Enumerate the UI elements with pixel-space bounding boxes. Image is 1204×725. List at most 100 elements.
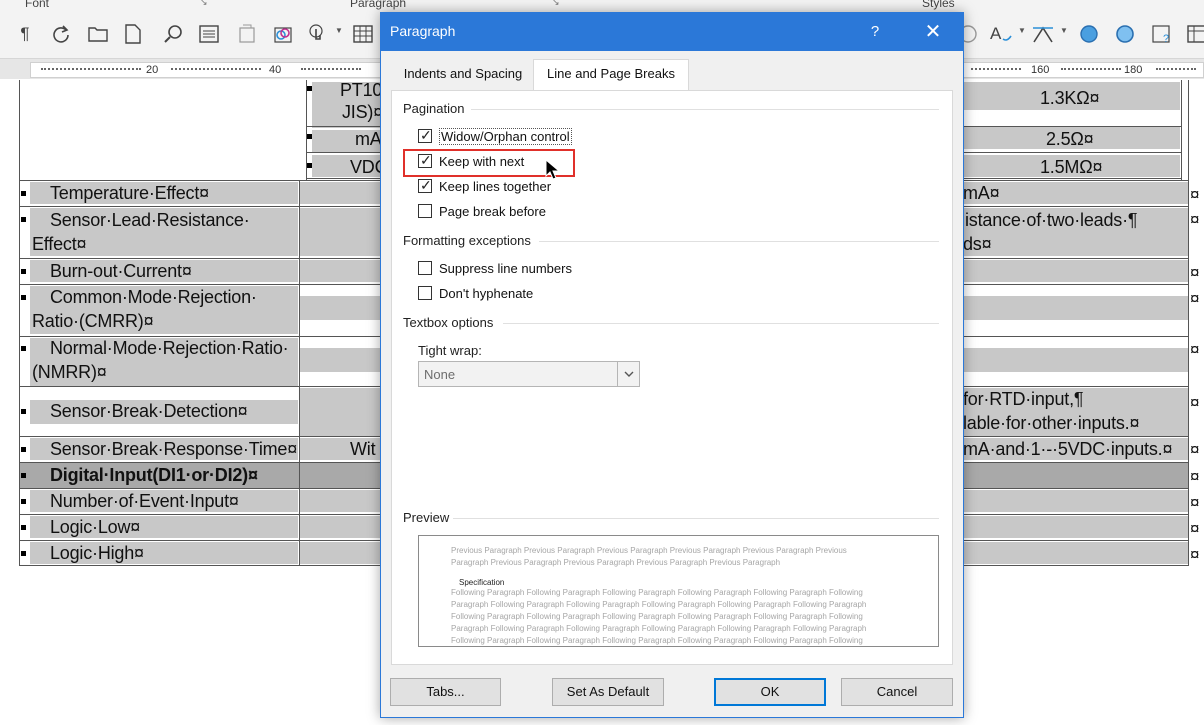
tab-indents-and-spacing[interactable]: Indents and Spacing — [393, 60, 533, 88]
end-of-row-mark: ¤ — [1190, 467, 1200, 486]
chevron-down-icon[interactable]: ▼ — [335, 26, 343, 35]
cell-partial: ds¤ — [963, 234, 992, 254]
preview-following-text: Following Paragraph Following Paragraph … — [451, 612, 863, 621]
text-effects-icon[interactable]: A — [988, 20, 1014, 48]
refresh-icon[interactable] — [48, 20, 74, 48]
calendar-help-icon[interactable]: ? — [1150, 20, 1176, 48]
chevron-down-icon[interactable]: ▼ — [1018, 26, 1026, 35]
row-label: Number·of·Event·Input¤ — [50, 491, 239, 511]
row-label: Sensor·Lead·Resistance· — [50, 210, 250, 230]
tabs-button[interactable]: Tabs... — [390, 678, 501, 706]
preview-previous-text: Previous Paragraph Previous Paragraph Pr… — [451, 546, 847, 555]
cell-value: 2.5Ω¤ — [1046, 129, 1094, 149]
svg-text:?: ? — [1163, 33, 1169, 44]
preview-following-text: Paragraph Following Paragraph Following … — [451, 600, 867, 609]
preview-following-text: Following Paragraph Following Paragraph … — [451, 588, 863, 597]
end-of-row-mark: ¤ — [1190, 519, 1200, 538]
text-direction-icon[interactable] — [1030, 20, 1056, 48]
end-of-row-mark: ¤ — [1190, 545, 1200, 564]
blue-circle-outline-icon[interactable] — [1112, 20, 1138, 48]
checkbox-label: Keep lines together — [439, 179, 552, 194]
checkbox-box[interactable]: ✓ — [418, 177, 432, 193]
set-as-default-button[interactable]: Set As Default — [552, 678, 664, 706]
svg-text:A: A — [990, 24, 1002, 43]
formatting-exceptions-label: Formatting exceptions — [403, 233, 531, 248]
ok-button[interactable]: OK — [714, 678, 826, 706]
cell-value: 1.5MΩ¤ — [1040, 157, 1103, 177]
chevron-down-icon[interactable] — [617, 362, 639, 386]
ruler-tick: 20 — [146, 64, 159, 76]
table-icon[interactable] — [1184, 20, 1204, 48]
end-of-row-mark: ¤ — [1190, 493, 1200, 512]
end-of-row-mark: ¤ — [1190, 340, 1200, 359]
tab-strip: Indents and Spacing Line and Page Breaks — [381, 59, 963, 91]
cancel-button[interactable]: Cancel — [841, 678, 953, 706]
tight-wrap-select[interactable]: None — [418, 361, 640, 387]
cell-partial: for·RTD·input,¶ — [963, 389, 1084, 409]
checkbox-label: Suppress line numbers — [439, 261, 572, 276]
row-label: Sensor·Break·Detection¤ — [50, 401, 248, 421]
checkbox-box[interactable] — [418, 286, 432, 300]
row-label: Effect¤ — [32, 234, 87, 254]
list-box-icon[interactable] — [196, 20, 222, 48]
help-button[interactable]: ? — [855, 19, 895, 45]
row-label: Normal·Mode·Rejection·Ratio· — [50, 338, 289, 358]
font-launcher-icon[interactable]: ↘ — [200, 0, 208, 8]
end-of-row-mark: ¤ — [1190, 393, 1200, 412]
document-icon[interactable] — [120, 20, 146, 48]
paragraph-dialog: Paragraph ? ✕ Indents and Spacing Line a… — [380, 12, 964, 718]
tight-wrap-label: Tight wrap: — [418, 343, 482, 358]
ribbon-group-font-label: Font — [25, 0, 50, 10]
checkbox-box[interactable]: ✓ — [418, 127, 432, 143]
end-of-row-mark: ¤ — [1190, 440, 1200, 459]
checkbox-box[interactable] — [418, 204, 432, 218]
row-label: Common·Mode·Rejection· — [50, 287, 257, 307]
preview-label: Preview — [403, 510, 450, 525]
row-label: (NMRR)¤ — [32, 362, 107, 382]
row-label: Burn-out·Current¤ — [50, 261, 192, 281]
folder-icon[interactable] — [85, 20, 111, 48]
cell-partial: mA·and·1·-·5VDC·inputs.¤ — [963, 439, 1173, 459]
table-icon[interactable] — [350, 20, 376, 48]
color-box-icon[interactable] — [270, 20, 296, 48]
pilcrow-icon[interactable]: ¶ — [12, 20, 38, 48]
cell-value: 1.3KΩ¤ — [1040, 88, 1100, 108]
cell-partial: mA¤ — [963, 183, 1000, 203]
ruler-tick: 40 — [269, 64, 282, 76]
checkbox-label: Don't hyphenate — [439, 286, 534, 301]
blue-circle-icon[interactable] — [1076, 20, 1102, 48]
checkbox-label: Page break before — [439, 204, 546, 219]
cell-partial: JIS)¤ — [342, 102, 384, 122]
row-label: Sensor·Break·Response·Time¤ — [50, 439, 298, 459]
row-label: Digital·Input(DI1·or·DI2)¤ — [50, 465, 258, 485]
ribbon-group-paragraph-label: Paragraph — [350, 0, 407, 10]
close-button[interactable]: ✕ — [913, 19, 953, 45]
chevron-down-icon[interactable]: ▼ — [1060, 26, 1068, 35]
checkmark-icon: ✓ — [420, 177, 432, 193]
png-icon[interactable] — [234, 20, 260, 48]
ribbon-group-styles-label: Styles — [922, 0, 955, 10]
search-icon[interactable] — [160, 20, 186, 48]
paragraph-launcher-icon[interactable]: ↘ — [552, 0, 560, 8]
ruler-tick: 180 — [1124, 64, 1143, 76]
preview-previous-text: Paragraph Previous Paragraph Previous Pa… — [451, 558, 781, 567]
textbox-options-label: Textbox options — [403, 315, 494, 330]
row-label: Ratio·(CMRR)¤ — [32, 311, 154, 331]
tab-line-and-page-breaks[interactable]: Line and Page Breaks — [533, 59, 689, 91]
row-label: Logic·Low¤ — [50, 517, 141, 537]
tight-wrap-value: None — [424, 367, 456, 382]
cell-partial: lable·for·other·inputs.¤ — [963, 413, 1140, 433]
checkbox-label: Widow/Orphan control — [439, 128, 572, 145]
cell-partial: Wit — [350, 439, 376, 459]
end-of-row-mark: ¤ — [1190, 210, 1200, 229]
ruler-tick: 160 — [1031, 64, 1050, 76]
preview-pane: Previous Paragraph Previous Paragraph Pr… — [418, 535, 939, 647]
cell-partial: mA — [355, 129, 382, 149]
end-of-row-mark: ¤ — [1190, 263, 1200, 282]
checkbox-box[interactable] — [418, 261, 432, 275]
touch-icon[interactable] — [304, 20, 330, 48]
cell-partial: PT10 — [340, 80, 383, 100]
dialog-titlebar[interactable]: Paragraph ? ✕ — [381, 13, 963, 51]
pagination-section-label: Pagination — [403, 101, 465, 116]
checkmark-icon: ✓ — [420, 127, 432, 143]
